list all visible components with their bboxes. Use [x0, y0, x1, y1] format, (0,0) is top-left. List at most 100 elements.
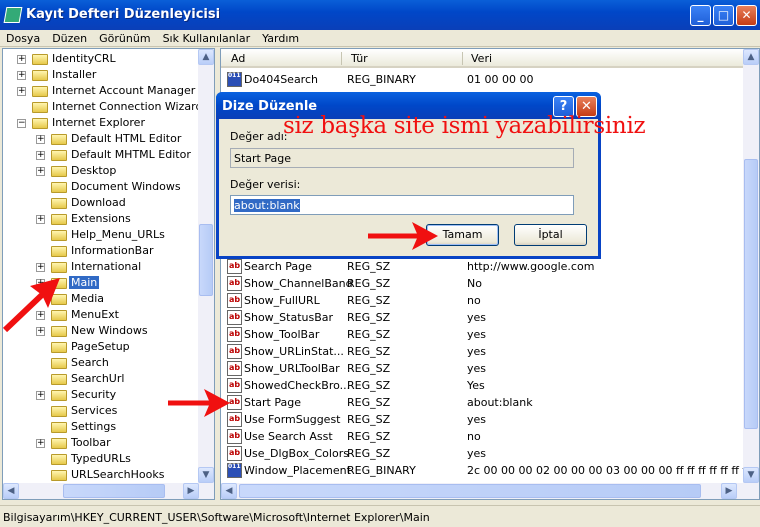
folder-icon	[51, 390, 67, 401]
tree-item[interactable]: TypedURLs	[3, 451, 197, 467]
scroll-left-button[interactable]: ◀	[3, 483, 19, 499]
scroll-thumb[interactable]	[199, 224, 213, 296]
tree-item[interactable]: + Extensions	[3, 211, 197, 227]
tree-horizontal-scrollbar[interactable]: ◀ ▶	[3, 483, 214, 499]
expand-icon[interactable]: +	[36, 311, 45, 320]
tree-item[interactable]: + MenuExt	[3, 307, 197, 323]
ok-button[interactable]: Tamam	[426, 224, 499, 246]
tree-item[interactable]: Services	[3, 403, 197, 419]
tree-item[interactable]: PageSetup	[3, 339, 197, 355]
tree-item[interactable]: Settings	[3, 419, 197, 435]
tree-item[interactable]: Help_Menu_URLs	[3, 227, 197, 243]
value-data-input[interactable]: about:blank	[230, 195, 574, 215]
tree-item[interactable]: + Toolbar	[3, 435, 197, 451]
minimize-button[interactable]: _	[690, 5, 711, 26]
value-name: Search Page	[244, 260, 312, 273]
list-row[interactable]: ab Show_URLinStat... REG_SZ yes	[227, 343, 742, 360]
tree-item[interactable]: Document Windows	[3, 179, 197, 195]
close-button[interactable]: ✕	[736, 5, 757, 26]
tree-item[interactable]: + IdentityCRL	[3, 51, 197, 67]
tree-item[interactable]: + Installer	[3, 67, 197, 83]
tree-item[interactable]: InformationBar	[3, 243, 197, 259]
scroll-up-button[interactable]: ▲	[743, 49, 759, 65]
tree-item[interactable]: + International	[3, 259, 197, 275]
scroll-down-button[interactable]: ▼	[198, 467, 214, 483]
string-value-icon: ab	[227, 429, 242, 444]
tree-vertical-scrollbar[interactable]: ▲ ▼	[198, 49, 214, 483]
scroll-thumb[interactable]	[63, 484, 165, 498]
binary-value-icon: 011 110	[227, 463, 255, 478]
expand-icon[interactable]: +	[36, 263, 45, 272]
expand-icon[interactable]: +	[36, 167, 45, 176]
value-type: REG_SZ	[347, 328, 391, 341]
tree-item[interactable]: + Default MHTML Editor	[3, 147, 197, 163]
list-row[interactable]: 011 110 Do404Search REG_BINARY 01 00 00 00	[227, 71, 742, 88]
list-row[interactable]: ab Start Page REG_SZ about:blank	[227, 394, 742, 411]
collapse-icon[interactable]: −	[17, 119, 26, 128]
menu-edit[interactable]: Düzen	[46, 30, 93, 46]
tree-item[interactable]: + Security	[3, 387, 197, 403]
column-name[interactable]: Ad	[231, 52, 245, 65]
folder-icon	[51, 406, 67, 417]
menu-view[interactable]: Görünüm	[93, 30, 156, 46]
expand-icon[interactable]: +	[36, 135, 45, 144]
list-row[interactable]: ab Show_FullURL REG_SZ no	[227, 292, 742, 309]
tree-item[interactable]: + Desktop	[3, 163, 197, 179]
tree-item[interactable]: SearchUrl	[3, 371, 197, 387]
tree-item[interactable]: − Internet Explorer	[3, 115, 197, 131]
menu-help[interactable]: Yardım	[256, 30, 305, 46]
cancel-button[interactable]: İptal	[514, 224, 587, 246]
tree-item[interactable]: Download	[3, 195, 197, 211]
scroll-thumb[interactable]	[239, 484, 701, 498]
list-row[interactable]: ab Use_DlgBox_Colors REG_SZ yes	[227, 445, 742, 462]
expand-icon[interactable]: +	[36, 151, 45, 160]
list-row[interactable]: ab Search Page REG_SZ http://www.google.com	[227, 258, 742, 275]
expand-icon[interactable]: +	[36, 215, 45, 224]
column-type[interactable]: Tür	[351, 52, 368, 65]
value-name: Show_ChannelBand	[244, 277, 353, 290]
string-value-icon: ab	[227, 293, 242, 308]
list-row[interactable]: ab Show_StatusBar REG_SZ yes	[227, 309, 742, 326]
list-row[interactable]: ab Show_ToolBar REG_SZ yes	[227, 326, 742, 343]
tree-item[interactable]: + Internet Account Manager	[3, 83, 197, 99]
expand-icon[interactable]: +	[36, 279, 45, 288]
folder-icon	[51, 374, 67, 385]
tree-item[interactable]: Internet Connection Wizard	[3, 99, 202, 115]
tree-item[interactable]: Search	[3, 355, 197, 371]
expand-icon[interactable]: +	[36, 391, 45, 400]
binary-value-icon: 011 110	[227, 72, 255, 87]
list-row[interactable]: ab ShowedCheckBro... REG_SZ Yes	[227, 377, 742, 394]
scroll-right-button[interactable]: ▶	[721, 483, 737, 499]
list-row[interactable]: ab Use Search Asst REG_SZ no	[227, 428, 742, 445]
value-data: 2c 00 00 00 02 00 00 00 03 00 00 00 ff f…	[467, 464, 760, 477]
tree-item[interactable]: + New Windows	[3, 323, 197, 339]
scroll-down-button[interactable]: ▼	[743, 467, 759, 483]
list-vertical-scrollbar[interactable]: ▲ ▼	[743, 49, 759, 483]
value-name-field: Start Page	[230, 148, 574, 168]
list-horizontal-scrollbar[interactable]: ◀ ▶	[221, 483, 759, 499]
expand-icon[interactable]: +	[17, 71, 26, 80]
list-row[interactable]: 011 110 Window_Placement REG_BINARY 2c 00 0…	[227, 462, 759, 479]
expand-icon[interactable]: +	[17, 55, 26, 64]
column-data[interactable]: Veri	[471, 52, 492, 65]
expand-icon[interactable]: +	[36, 439, 45, 448]
tree-item[interactable]: + Default HTML Editor	[3, 131, 197, 147]
menu-file[interactable]: Dosya	[0, 30, 46, 46]
list-row[interactable]: ab Use FormSuggest REG_SZ yes	[227, 411, 742, 428]
expand-icon[interactable]: +	[17, 87, 26, 96]
maximize-button[interactable]: □	[713, 5, 734, 26]
tree-item-label: Extensions	[71, 212, 131, 225]
scroll-up-button[interactable]: ▲	[198, 49, 214, 65]
scroll-right-button[interactable]: ▶	[183, 483, 199, 499]
scroll-thumb[interactable]	[744, 159, 758, 429]
string-value-icon: ab	[227, 395, 242, 410]
value-type: REG_SZ	[347, 379, 391, 392]
tree-item[interactable]: Media	[3, 291, 197, 307]
list-row[interactable]: ab Show_URLToolBar REG_SZ yes	[227, 360, 742, 377]
tree-item[interactable]: + Main	[3, 275, 197, 291]
list-row[interactable]: ab Show_ChannelBand REG_SZ No	[227, 275, 742, 292]
scroll-left-button[interactable]: ◀	[221, 483, 237, 499]
expand-icon[interactable]: +	[36, 327, 45, 336]
tree-item[interactable]: URLSearchHooks	[3, 467, 197, 483]
menu-favorites[interactable]: Sık Kullanılanlar	[157, 30, 257, 46]
